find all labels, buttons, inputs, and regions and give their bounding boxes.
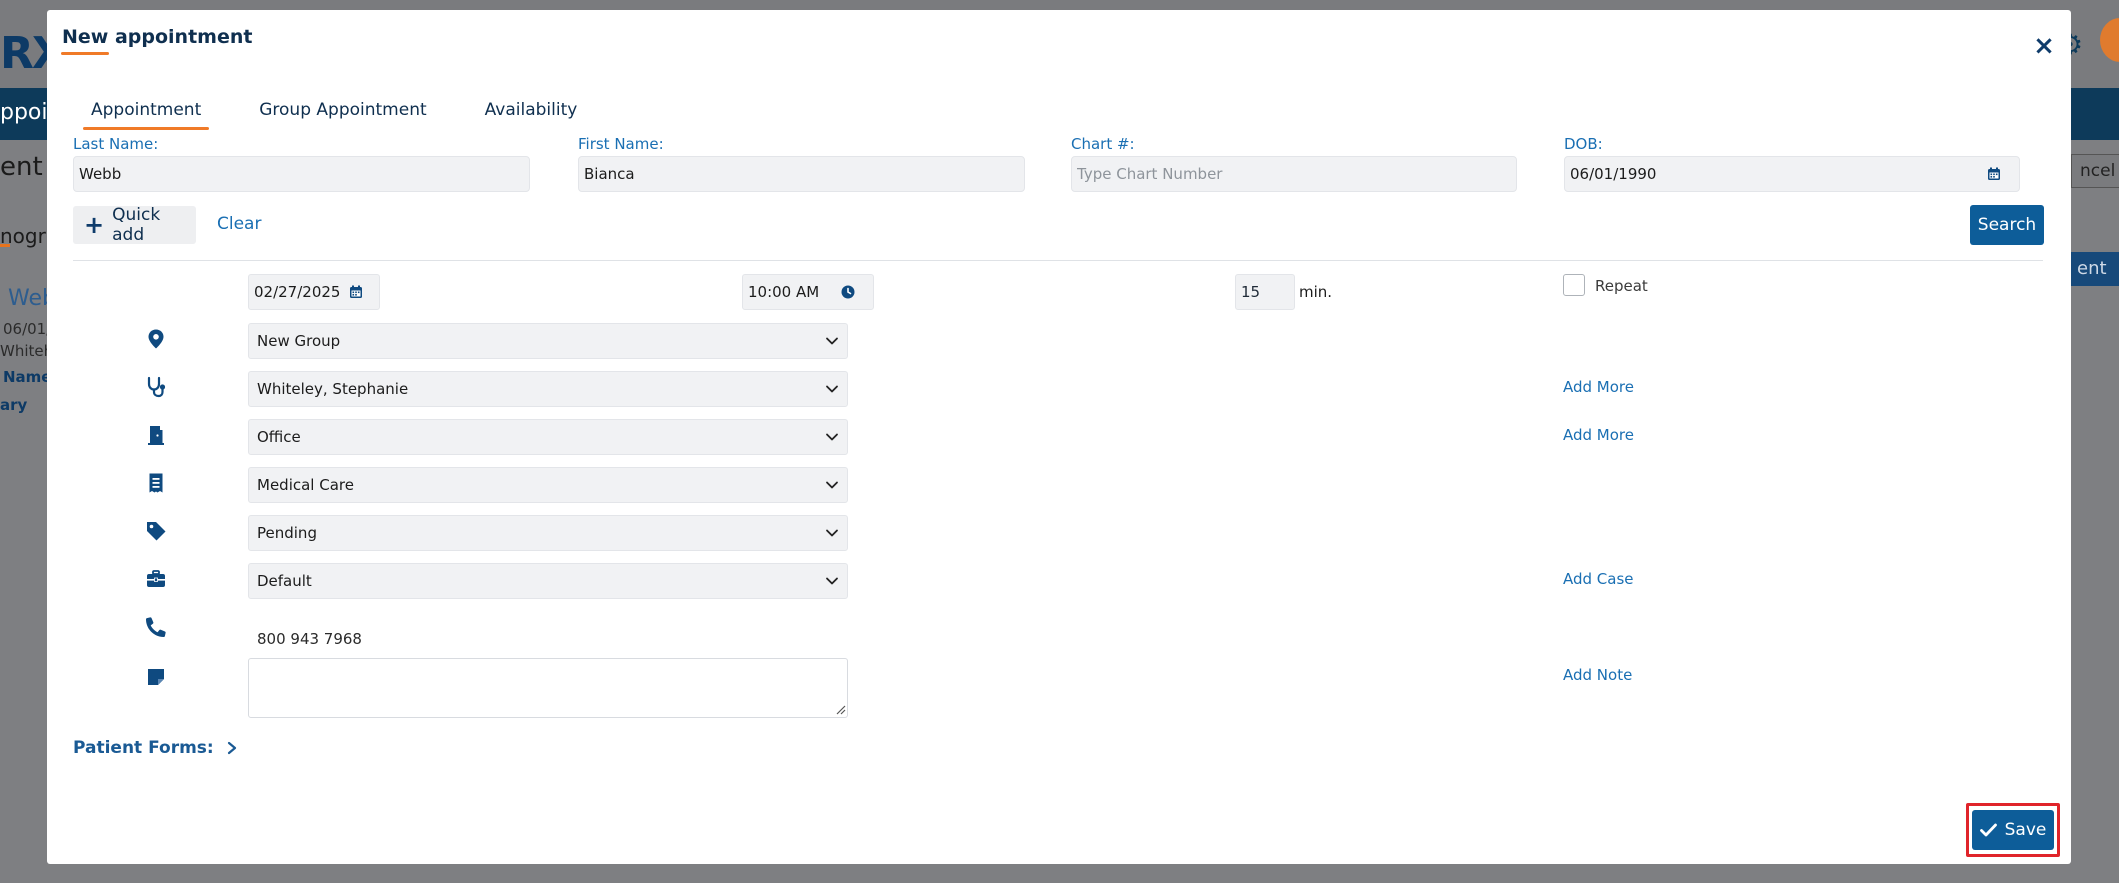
calendar-icon[interactable] bbox=[1987, 167, 2001, 181]
chevron-down-icon bbox=[826, 385, 838, 393]
sticky-note-icon bbox=[148, 669, 164, 685]
chevron-down-icon bbox=[826, 433, 838, 441]
dob-input[interactable] bbox=[1564, 156, 2020, 192]
tab-availability[interactable]: Availability bbox=[475, 88, 588, 132]
case-value: Default bbox=[257, 572, 312, 590]
location-value: New Group bbox=[257, 332, 341, 350]
appointment-type-select[interactable]: Medical Care bbox=[248, 467, 848, 503]
duration-value: 15 bbox=[1241, 283, 1261, 301]
quick-add-label: Quick add bbox=[112, 205, 161, 245]
tab-appointment[interactable]: Appointment bbox=[81, 88, 211, 132]
status-select[interactable]: Pending bbox=[248, 515, 848, 551]
repeat-checkbox[interactable] bbox=[1563, 274, 1585, 296]
patient-forms-label: Patient Forms: bbox=[73, 738, 214, 758]
bg-line: Name bbox=[3, 368, 52, 386]
duration-unit: min. bbox=[1299, 283, 1333, 301]
chevron-down-icon bbox=[826, 577, 838, 585]
dob-label: DOB: bbox=[1564, 135, 1603, 153]
first-name-label: First Name: bbox=[578, 135, 664, 153]
note-textarea[interactable] bbox=[248, 658, 848, 718]
patient-forms-toggle[interactable]: Patient Forms: bbox=[73, 738, 238, 758]
provider-value: Whiteley, Stephanie bbox=[257, 380, 409, 398]
first-name-input[interactable] bbox=[578, 156, 1025, 192]
title-underline bbox=[61, 52, 109, 55]
phone-number: 800 943 7968 bbox=[257, 630, 362, 648]
chart-number-input[interactable] bbox=[1071, 156, 1517, 192]
plus-icon: + bbox=[84, 211, 105, 239]
tab-bar: Appointment Group Appointment Availabili… bbox=[81, 88, 625, 132]
chevron-down-icon bbox=[826, 529, 838, 537]
save-button[interactable]: Save bbox=[1972, 810, 2054, 850]
bg-line: ary bbox=[0, 396, 28, 414]
bg-line: 06/01/ bbox=[3, 320, 52, 338]
location-pin-icon bbox=[148, 329, 164, 349]
resize-handle-icon[interactable] bbox=[835, 704, 846, 715]
chevron-right-icon bbox=[227, 741, 236, 755]
room-select[interactable]: Office bbox=[248, 419, 848, 455]
divider bbox=[73, 260, 2043, 261]
last-name-label: Last Name: bbox=[73, 135, 159, 153]
bg-cancel-button: ncel bbox=[2071, 154, 2119, 188]
room-value: Office bbox=[257, 428, 301, 446]
chevron-down-icon bbox=[826, 337, 838, 345]
stethoscope-icon bbox=[147, 376, 166, 398]
save-label: Save bbox=[2004, 820, 2047, 840]
time-value: 10:00 AM bbox=[748, 283, 820, 301]
clear-link[interactable]: Clear bbox=[217, 214, 261, 234]
calendar-icon[interactable] bbox=[349, 285, 363, 299]
last-name-input[interactable] bbox=[73, 156, 530, 192]
modal-title: New appointment bbox=[62, 26, 253, 48]
bg-section-underline bbox=[0, 244, 10, 247]
provider-add-more-link[interactable]: Add More bbox=[1563, 378, 1634, 396]
receipt-icon bbox=[149, 473, 163, 493]
chart-number-label: Chart #: bbox=[1071, 135, 1135, 153]
provider-select[interactable]: Whiteley, Stephanie bbox=[248, 371, 848, 407]
tag-icon bbox=[147, 522, 166, 541]
date-value: 02/27/2025 bbox=[254, 283, 341, 301]
location-select[interactable]: New Group bbox=[248, 323, 848, 359]
room-add-more-link[interactable]: Add More bbox=[1563, 426, 1634, 444]
duration-input[interactable]: 15 bbox=[1235, 274, 1295, 310]
clock-icon[interactable] bbox=[841, 285, 855, 299]
briefcase-icon bbox=[147, 570, 165, 587]
bg-line: Whiteh bbox=[0, 342, 54, 360]
door-icon bbox=[148, 426, 164, 445]
add-case-link[interactable]: Add Case bbox=[1563, 570, 1634, 588]
chevron-down-icon bbox=[826, 481, 838, 489]
tab-group-appointment[interactable]: Group Appointment bbox=[249, 88, 436, 132]
repeat-label: Repeat bbox=[1595, 277, 1648, 295]
phone-icon bbox=[146, 617, 166, 637]
bg-action-button: ent bbox=[2071, 252, 2119, 286]
check-icon bbox=[1979, 823, 1997, 837]
status-value: Pending bbox=[257, 524, 317, 542]
close-icon[interactable]: × bbox=[2030, 32, 2058, 60]
case-select[interactable]: Default bbox=[248, 563, 848, 599]
appointment-type-value: Medical Care bbox=[257, 476, 354, 494]
quick-add-button[interactable]: + Quick add bbox=[73, 205, 196, 245]
add-note-link[interactable]: Add Note bbox=[1563, 666, 1632, 684]
new-appointment-modal: New appointment × Appointment Group Appo… bbox=[47, 10, 2071, 864]
search-button[interactable]: Search bbox=[1970, 205, 2044, 245]
